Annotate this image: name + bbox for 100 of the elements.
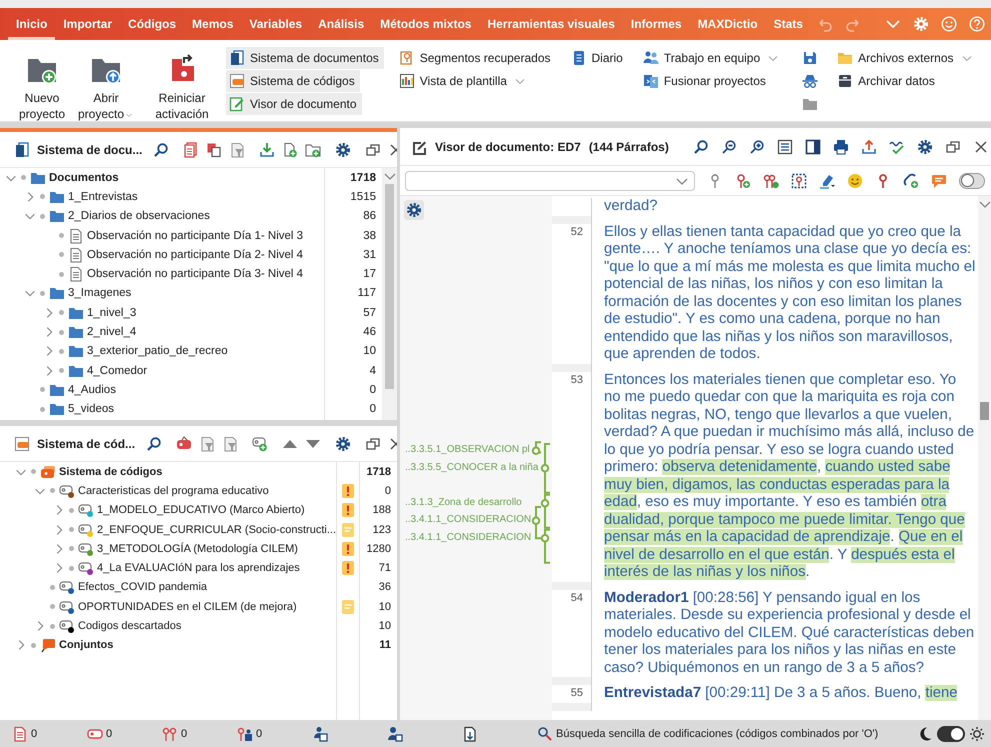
tag-icon[interactable] <box>176 436 192 452</box>
tree-item[interactable]: 3_METODOLOGÍA (Metodología CILEM) <box>0 539 336 558</box>
tree-item[interactable]: 5_videos <box>0 400 324 419</box>
add-code-icon[interactable] <box>735 172 751 188</box>
ribbon-button[interactable]: Sistema de documentos <box>226 47 384 69</box>
zoom-out-icon[interactable] <box>720 138 737 154</box>
tree-item[interactable]: Observación no participante Día 2- Nivel 4 <box>0 245 324 264</box>
ribbon-button[interactable]: Segmentos recuperados <box>396 47 556 69</box>
export-icon[interactable] <box>860 138 877 154</box>
restore-icon[interactable] <box>365 142 382 158</box>
tree-item[interactable]: 4_La EVALUACIóN para los aprendizajes <box>0 558 336 578</box>
scrollbar[interactable] <box>978 196 991 720</box>
user-icon[interactable] <box>312 726 328 742</box>
tree-item[interactable]: Codigos descartados <box>0 616 336 636</box>
copy-icon[interactable] <box>206 142 222 158</box>
tree-item[interactable]: 4_Comedor <box>0 360 324 380</box>
ribbon-button[interactable]: Archivos externos <box>834 47 980 69</box>
save-icon[interactable] <box>802 50 818 66</box>
download-icon[interactable] <box>259 142 276 158</box>
scroll-thumb[interactable] <box>980 402 989 420</box>
zoom-reset-icon[interactable] <box>776 138 793 154</box>
filter-icon[interactable] <box>199 436 216 452</box>
ribbon-button[interactable]: Trabajo en equipo <box>640 47 786 69</box>
new-tag-icon[interactable] <box>252 436 268 452</box>
folder-icon[interactable] <box>802 96 818 112</box>
code-stripe[interactable] <box>540 528 550 564</box>
settings-icon[interactable] <box>335 436 352 452</box>
memo-icon[interactable] <box>340 482 356 499</box>
filter-icon[interactable] <box>222 436 238 452</box>
settings-icon[interactable] <box>335 142 352 158</box>
ribbon-button[interactable]: Reiniciar activación <box>150 44 214 121</box>
menu-tab[interactable]: Códigos <box>120 8 184 40</box>
scroll-thumb[interactable] <box>385 184 394 389</box>
ribbon-button[interactable]: Sistema de códigos <box>226 70 360 92</box>
add-codes-icon[interactable] <box>763 172 779 188</box>
restore-icon[interactable] <box>944 138 961 154</box>
theme-toggle[interactable] <box>937 726 965 742</box>
document-icon[interactable] <box>12 726 28 742</box>
ribbon-button[interactable]: Abrir proyecto <box>74 44 138 121</box>
tree-item[interactable]: 3_exterior_patio_de_recreo <box>0 342 324 361</box>
search-icon[interactable] <box>153 142 170 158</box>
tree-item[interactable]: 2_ENFOQUE_CURRICULAR (Socio-constructi... <box>0 520 336 540</box>
new-document-icon[interactable] <box>282 142 298 158</box>
scrollbar[interactable] <box>382 168 397 420</box>
tree-item[interactable]: Observación no participante Día 1- Nivel 3 <box>0 226 324 246</box>
menu-tab[interactable]: Métodos mixtos <box>372 8 480 40</box>
tree-item[interactable]: 1_Entrevistas <box>0 187 324 207</box>
search-icon[interactable] <box>146 436 162 452</box>
ribbon-button[interactable]: Fusionar proyectos <box>640 70 771 92</box>
segments-icon[interactable] <box>237 726 253 742</box>
tree-item[interactable]: 2_Diarios de observaciones <box>0 206 324 226</box>
help-icon[interactable] <box>968 16 985 32</box>
code-stripe[interactable] <box>540 442 550 494</box>
tree-item[interactable]: 4_Audios <box>0 380 324 400</box>
memo-icon[interactable] <box>340 560 356 576</box>
print-icon[interactable] <box>832 138 849 154</box>
search-icon[interactable] <box>692 138 709 154</box>
tree-item[interactable]: 2_nivel_4 <box>0 322 324 342</box>
tree-item[interactable]: Caracteristicas del programa educativo <box>0 481 336 501</box>
highlighter-icon[interactable] <box>819 172 835 188</box>
code-stripe[interactable] <box>540 493 550 528</box>
tree-item[interactable]: 3_Imagenes <box>0 284 324 304</box>
selection-icon[interactable] <box>791 172 807 188</box>
memo-icon[interactable] <box>340 540 356 557</box>
code-stripe[interactable] <box>532 440 541 454</box>
user-icon[interactable] <box>387 726 403 742</box>
link-icon[interactable] <box>903 172 919 188</box>
menu-tab[interactable]: Memos <box>184 8 242 40</box>
settings-icon[interactable] <box>916 138 933 154</box>
ribbon-button[interactable]: Vista de plantilla <box>396 70 533 92</box>
ribbon-button[interactable]: Archivar datos <box>834 70 940 92</box>
new-folder-icon[interactable] <box>305 142 322 158</box>
tree-item[interactable]: Efectos_COVID pandemia <box>0 578 336 598</box>
document-stack-icon[interactable] <box>183 142 200 158</box>
code-stripe[interactable] <box>532 506 541 539</box>
tree-item[interactable]: Sistema de códigos <box>0 462 336 482</box>
filter-icon[interactable] <box>229 142 246 158</box>
tree-item[interactable]: Observación no participante Día 3- Nivel 4 <box>0 264 324 284</box>
zoom-in-icon[interactable] <box>748 138 765 154</box>
menu-tab[interactable]: Análisis <box>310 8 372 40</box>
edit-toggle[interactable] <box>959 172 985 188</box>
document-download-icon[interactable] <box>462 726 478 742</box>
close-icon[interactable] <box>972 138 989 154</box>
restore-icon[interactable] <box>365 436 382 452</box>
tree-item[interactable]: Conjuntos <box>0 636 336 655</box>
memo-icon[interactable] <box>340 502 356 518</box>
segments-icon[interactable] <box>162 726 178 742</box>
tree-item[interactable]: OPORTUNIDADES en el CILEM (de mejora) <box>0 597 336 616</box>
tree-item[interactable]: 1_MODELO_EDUCATIVO (Marco Abierto) <box>0 500 336 520</box>
tree-item[interactable]: 1_nivel_3 <box>0 303 324 322</box>
ribbon-button[interactable]: Diario <box>568 47 628 69</box>
tree-item[interactable]: Documentos <box>0 168 324 188</box>
menu-tab[interactable]: Variables <box>241 8 310 40</box>
smiley-icon[interactable] <box>940 16 957 32</box>
search-icon[interactable] <box>537 726 553 742</box>
menu-tab[interactable]: Importar <box>55 8 120 40</box>
comment-icon[interactable] <box>931 172 947 188</box>
smiley-icon[interactable] <box>847 172 863 188</box>
panel-icon[interactable] <box>804 138 821 154</box>
ribbon-button[interactable]: Nuevo proyecto <box>10 44 74 121</box>
